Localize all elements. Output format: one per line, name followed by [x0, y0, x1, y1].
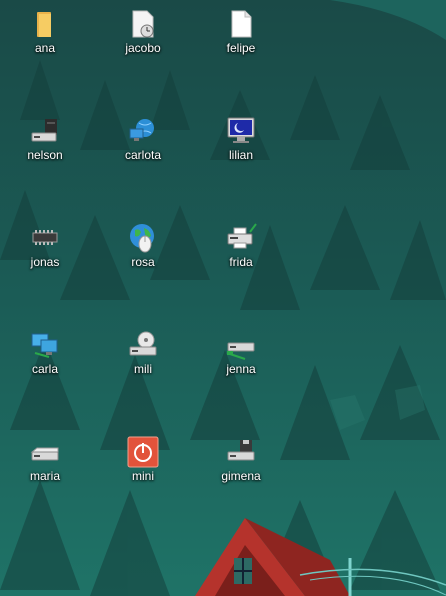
network-globe-icon — [129, 119, 154, 141]
printer-icon — [227, 223, 257, 249]
icon-label: ana — [34, 41, 56, 55]
memory-chip-icon — [32, 230, 58, 245]
floppy-drive-icon — [227, 440, 255, 461]
hard-drive-icon — [30, 447, 59, 461]
icon-label: nelson — [27, 148, 63, 162]
icon-label: maria — [29, 469, 60, 483]
optical-drive-icon — [129, 331, 157, 356]
icon-label: rosa — [131, 255, 155, 269]
desktop-icon-nelson[interactable]: nelson — [3, 111, 87, 195]
desktop-icon-gimena[interactable]: gimena — [199, 432, 283, 516]
desktop-icon-jonas[interactable]: jonas — [3, 218, 87, 302]
icon-label: mili — [134, 362, 152, 376]
drive-with-cable-icon — [226, 342, 255, 360]
icon-label: frida — [229, 255, 253, 269]
desktop-icon-ana[interactable]: ana — [3, 4, 87, 88]
desktop-icon-jenna[interactable]: jenna — [199, 325, 283, 409]
icon-label: lilian — [228, 148, 253, 162]
desktop-icon-lilian[interactable]: lilian — [199, 111, 283, 195]
icon-label: carla — [31, 362, 58, 376]
desktop[interactable]: ana jacobo felipe nelson carlota lilian … — [0, 0, 446, 596]
blank-document-icon — [231, 10, 252, 38]
network-monitors-icon — [31, 333, 58, 358]
desktop-icon-frida[interactable]: frida — [199, 218, 283, 302]
document-clock-icon — [132, 10, 154, 38]
desktop-icon-carlota[interactable]: carlota — [101, 111, 185, 195]
folder-icon — [37, 12, 51, 37]
power-button-icon — [127, 436, 159, 468]
desktop-icon-felipe[interactable]: felipe — [199, 4, 283, 88]
desktop-icon-maria[interactable]: maria — [3, 432, 87, 516]
monitor-icon — [227, 117, 255, 143]
server-drive-icon — [31, 119, 57, 142]
desktop-icon-mini[interactable]: mini — [101, 432, 185, 516]
desktop-icon-rosa[interactable]: rosa — [101, 218, 185, 302]
icon-label: jonas — [30, 255, 60, 269]
icon-label: mini — [131, 469, 154, 483]
icon-label: gimena — [221, 469, 261, 483]
desktop-icon-jacobo[interactable]: jacobo — [101, 4, 185, 88]
icon-label: jacobo — [125, 41, 161, 55]
globe-mouse-icon — [130, 224, 154, 253]
desktop-icon-mili[interactable]: mili — [101, 325, 185, 409]
icon-label: carlota — [124, 148, 162, 162]
icon-label: felipe — [226, 41, 256, 55]
icon-label: jenna — [226, 362, 256, 376]
desktop-icon-carla[interactable]: carla — [3, 325, 87, 409]
